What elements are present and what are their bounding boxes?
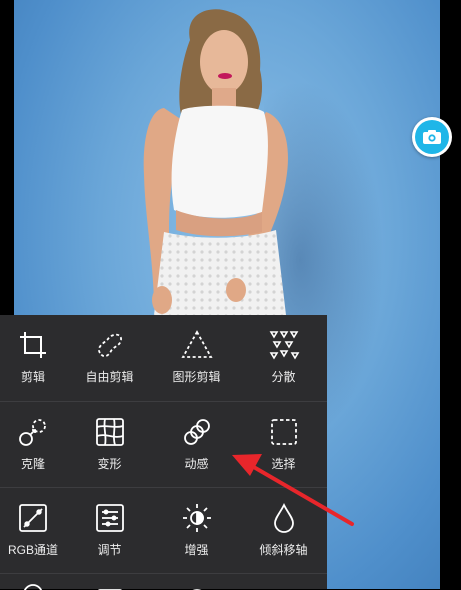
tools-row-2: 克隆 变形 动感 选择: [0, 401, 327, 488]
camera-icon: [415, 120, 449, 154]
tool-label: 选择: [271, 457, 296, 471]
partial-tool-icon: [181, 584, 213, 590]
tool-label: 分散: [271, 370, 296, 384]
tool-label: 倾斜移轴: [259, 543, 308, 557]
free-crop-icon: [94, 329, 126, 361]
sun-enhance-icon: [181, 502, 213, 534]
tools-row-3: RGB通道 调节 增强 倾斜移轴: [0, 487, 327, 574]
tool-shape-crop[interactable]: 图形剪辑: [153, 315, 240, 401]
tool-free-crop[interactable]: 自由剪辑: [66, 315, 153, 401]
tool-disperse[interactable]: 分散: [240, 315, 327, 401]
partial-tool-icon: [94, 584, 126, 590]
tool-select[interactable]: 选择: [240, 402, 327, 488]
clone-icon: [17, 416, 49, 448]
tools-row-1: 剪辑 自由剪辑 图形剪辑 分散: [0, 315, 327, 401]
motion-icon: [181, 416, 213, 448]
screen: 剪辑 自由剪辑 图形剪辑 分散 克隆 变形 动感 选择 RGB通道 调节 增强 …: [0, 0, 461, 590]
tool-crop[interactable]: 剪辑: [0, 315, 66, 401]
tool-label: 克隆: [20, 457, 45, 471]
crop-icon: [17, 329, 49, 361]
tool-label: 变形: [97, 457, 122, 471]
tool-label: 增强: [184, 543, 209, 557]
tool-partial-3[interactable]: [153, 574, 240, 590]
tool-partial-1[interactable]: [0, 574, 66, 590]
tools-row-4-partial: [0, 573, 327, 590]
tool-partial-4[interactable]: [240, 574, 327, 590]
tool-enhance[interactable]: 增强: [153, 488, 240, 574]
triangle-crop-icon: [180, 329, 213, 361]
curve-icon: [17, 502, 49, 534]
tool-label: 自由剪辑: [85, 370, 134, 384]
dashed-select-icon: [268, 416, 300, 448]
tool-label: RGB通道: [7, 543, 58, 557]
tool-transform[interactable]: 变形: [66, 402, 153, 488]
tool-rgb-channel[interactable]: RGB通道: [0, 488, 66, 574]
drop-icon: [268, 502, 300, 534]
disperse-icon: [268, 329, 300, 361]
tool-tilt-shift[interactable]: 倾斜移轴: [240, 488, 327, 574]
camera-button[interactable]: [412, 117, 452, 157]
tool-label: 图形剪辑: [172, 370, 221, 384]
tool-label: 动感: [184, 457, 209, 471]
sliders-icon: [94, 502, 126, 534]
tool-label: 调节: [97, 543, 122, 557]
grid-warp-icon: [94, 416, 126, 448]
tool-motion[interactable]: 动感: [153, 402, 240, 488]
tools-panel: 剪辑 自由剪辑 图形剪辑 分散 克隆 变形 动感 选择 RGB通道 调节 增强 …: [0, 315, 327, 590]
tool-label: 剪辑: [20, 370, 45, 384]
tool-adjust[interactable]: 调节: [66, 488, 153, 574]
tool-partial-2[interactable]: [66, 574, 153, 590]
tool-clone[interactable]: 克隆: [0, 402, 66, 488]
partial-tool-icon: [17, 584, 49, 590]
